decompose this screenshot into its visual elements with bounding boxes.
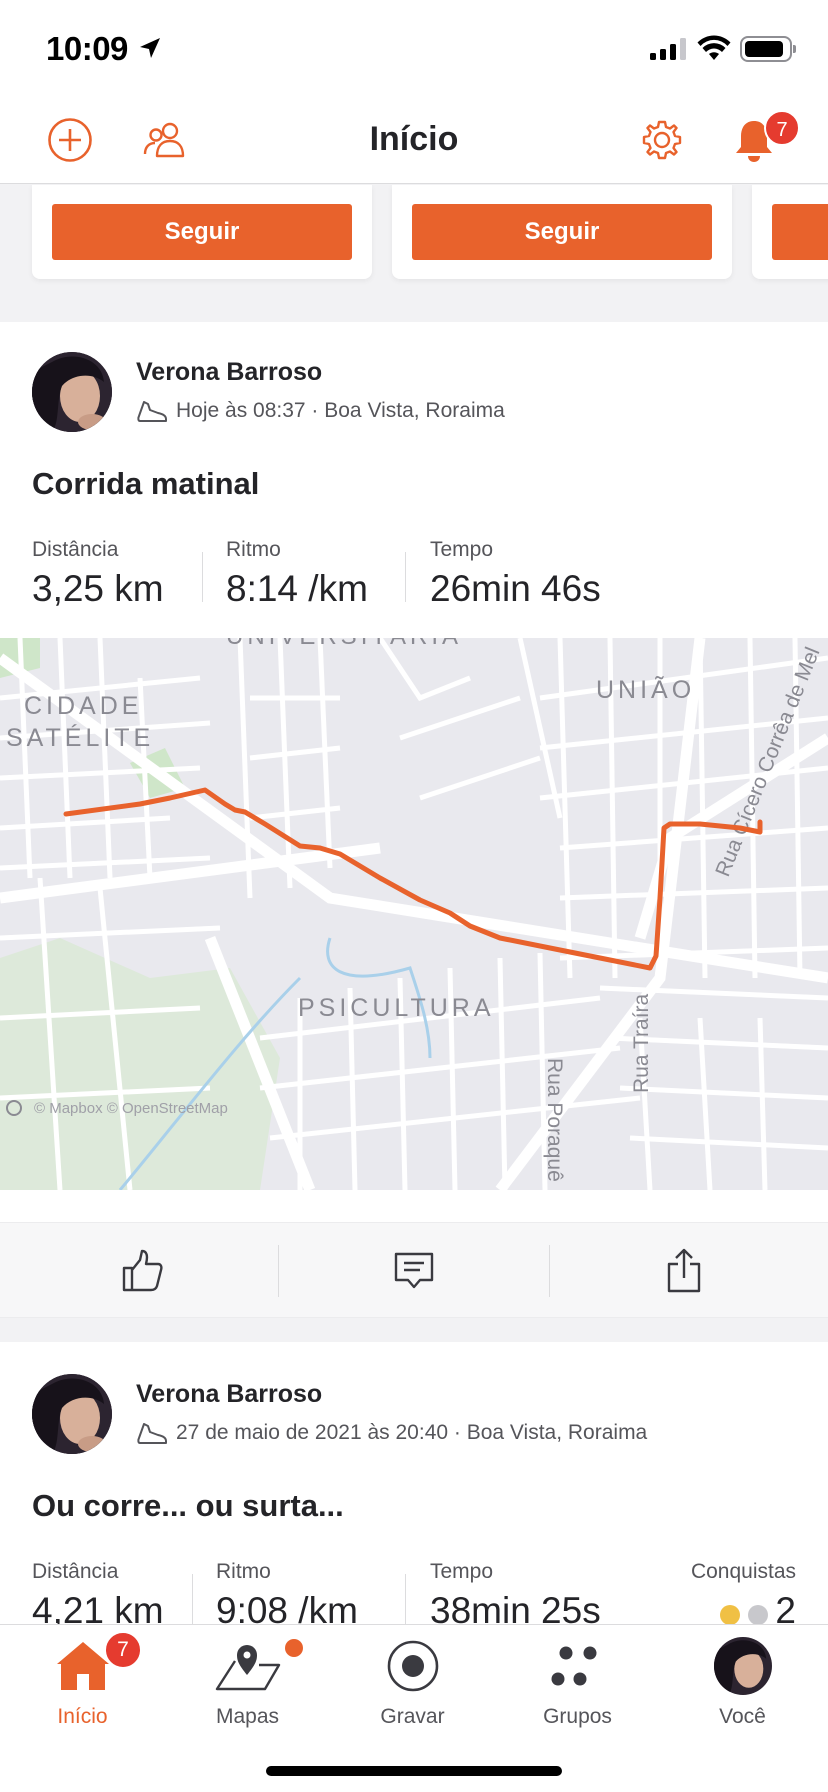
avatar-photo xyxy=(32,1374,112,1454)
stat-divider xyxy=(192,1574,193,1624)
stat-label: Distância xyxy=(32,538,119,561)
stat-achievements: Conquistas 2 xyxy=(686,1560,796,1632)
stat-distance: Distância 3,25 km xyxy=(32,538,164,610)
map-label: UNIÃO xyxy=(596,675,695,704)
tab-label: Início xyxy=(57,1705,108,1728)
map-label: CIDADE xyxy=(24,692,142,720)
suggested-athlete-card: Seguir xyxy=(32,185,372,279)
stat-value: 3,25 km xyxy=(32,568,164,609)
activity-actions xyxy=(0,1222,828,1318)
maps-new-dot xyxy=(285,1639,303,1657)
gear-icon xyxy=(642,120,682,160)
running-shoe-icon xyxy=(137,1423,167,1444)
stat-label: Ritmo xyxy=(216,1560,271,1583)
tab-you[interactable]: Você xyxy=(660,1625,825,1737)
activity-date-location: 27 de maio de 2021 às 20:40 · Boa Vista,… xyxy=(176,1421,648,1444)
top-navigation-bar: Início 7 xyxy=(0,96,828,184)
groups-icon xyxy=(495,1635,660,1697)
follow-button[interactable]: Seguir xyxy=(52,204,352,260)
stat-distance: Distância 4,21 km xyxy=(32,1560,164,1632)
activity-card[interactable]: Verona Barroso 27 de maio de 2021 às 20:… xyxy=(0,1342,828,1642)
activity-title[interactable]: Corrida matinal xyxy=(32,466,259,502)
thumbs-up-icon xyxy=(122,1249,163,1292)
record-icon xyxy=(330,1635,495,1697)
tab-record[interactable]: Gravar xyxy=(330,1625,495,1737)
stat-pace: Ritmo 8:14 /km xyxy=(226,538,368,610)
page-title: Início xyxy=(369,120,459,158)
status-bar: 10:09 xyxy=(0,0,828,96)
stat-label: Conquistas xyxy=(690,1560,796,1583)
stat-divider xyxy=(202,552,203,602)
stat-value: 8:14 /km xyxy=(226,568,368,609)
follow-button[interactable]: Seguir xyxy=(412,204,712,260)
stat-label: Distância xyxy=(32,1560,119,1583)
cellular-signal-icon xyxy=(650,38,686,60)
share-icon xyxy=(667,1248,701,1293)
home-indicator[interactable] xyxy=(266,1766,562,1776)
athlete-avatar[interactable] xyxy=(32,352,112,432)
athlete-avatar[interactable] xyxy=(32,1374,112,1454)
map-attribution: © Mapbox © OpenStreetMap xyxy=(34,1100,228,1117)
suggested-athlete-card xyxy=(752,185,828,279)
activity-title[interactable]: Ou corre... ou surta... xyxy=(32,1488,344,1524)
silver-medal-icon xyxy=(748,1605,769,1625)
map-label: UNIVERSITÁRIA xyxy=(226,638,462,650)
home-badge: 7 xyxy=(104,1631,142,1669)
share-button[interactable] xyxy=(546,1223,822,1319)
street-label: Rua Poraquê xyxy=(543,1058,566,1182)
running-shoe-icon xyxy=(137,401,167,422)
stat-label: Ritmo xyxy=(226,538,281,561)
battery-icon xyxy=(740,36,796,62)
wifi-icon xyxy=(697,35,731,60)
tab-label: Mapas xyxy=(215,1705,280,1728)
activity-meta: Hoje às 08:37 · Boa Vista, Roraima xyxy=(136,398,505,424)
stat-time: Tempo 26min 46s xyxy=(430,538,601,610)
follow-button[interactable] xyxy=(772,204,828,260)
comment-icon xyxy=(394,1252,434,1289)
kudos-button[interactable] xyxy=(4,1223,280,1319)
stat-divider xyxy=(405,1574,406,1624)
stat-divider xyxy=(405,552,406,602)
tab-groups[interactable]: Grupos xyxy=(495,1625,660,1737)
activity-route-map[interactable]: UNIVERSITÁRIA CIDADE SATÉLITE UNIÃO PSIC… xyxy=(0,638,828,1190)
athlete-name[interactable]: Verona Barroso xyxy=(136,1380,322,1409)
suggested-athletes-carousel[interactable]: Seguir Seguir xyxy=(0,185,828,321)
settings-button[interactable] xyxy=(638,116,686,164)
activity-date-location: Hoje às 08:37 · Boa Vista, Roraima xyxy=(176,399,505,422)
activity-meta: 27 de maio de 2021 às 20:40 · Boa Vista,… xyxy=(136,1420,647,1446)
stat-pace: Ritmo 9:08 /km xyxy=(216,1560,358,1632)
tab-maps[interactable]: Mapas xyxy=(165,1625,330,1737)
status-time: 10:09 xyxy=(46,30,128,67)
avatar xyxy=(660,1635,825,1697)
tab-label: Gravar xyxy=(380,1705,445,1728)
tab-label: Grupos xyxy=(543,1705,612,1728)
tab-home[interactable]: 7 Início xyxy=(0,1625,165,1737)
comment-button[interactable] xyxy=(276,1223,552,1319)
stat-label: Tempo xyxy=(430,538,494,561)
map-label: SATÉLITE xyxy=(6,723,154,752)
stat-time: Tempo 38min 25s xyxy=(430,1560,601,1632)
street-label: Rua Traíra xyxy=(630,993,653,1093)
map-icon xyxy=(165,1635,330,1697)
stat-label: Tempo xyxy=(430,1560,494,1583)
map-label: PSICULTURA xyxy=(298,994,495,1022)
avatar-photo xyxy=(32,352,112,432)
stat-value: 26min 46s xyxy=(430,568,601,609)
location-arrow-icon xyxy=(140,38,160,58)
notification-count-badge: 7 xyxy=(764,110,800,146)
suggested-athlete-card: Seguir xyxy=(392,185,732,279)
athlete-name[interactable]: Verona Barroso xyxy=(136,358,322,387)
tab-label: Você xyxy=(719,1705,766,1728)
gold-medal-icon xyxy=(720,1605,741,1625)
map-canvas: UNIVERSITÁRIA CIDADE SATÉLITE UNIÃO PSIC… xyxy=(0,638,828,1190)
